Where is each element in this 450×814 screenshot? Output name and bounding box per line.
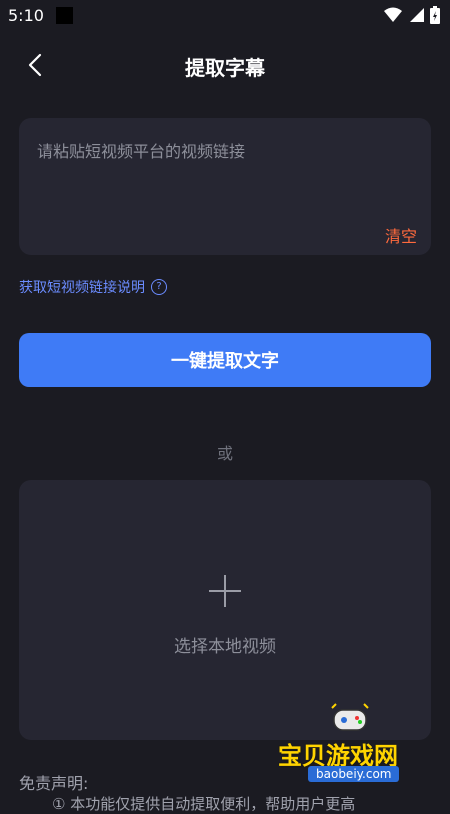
help-link-label: 获取短视频链接说明 [19,280,145,296]
link-input-card: 清空 [19,118,431,255]
disclaimer-title: 免责声明: [19,774,89,793]
extract-text-button[interactable]: 一键提取文字 [19,333,431,387]
disclaimer-text: ① 本功能仅提供自动提取便利，帮助用户更高 [52,795,356,813]
navigation-bar: 提取字幕 [0,40,450,90]
plus-icon [209,575,241,607]
signal-icon [410,8,424,22]
video-link-input[interactable] [35,136,399,200]
watermark-logo: 宝贝游戏网 baobeiy.com [270,700,440,790]
mascot-icon [331,703,369,731]
clear-button[interactable]: 清空 [385,223,417,247]
notification-icon [56,7,73,24]
page-title: 提取字幕 [185,56,265,80]
watermark-domain: baobeiy.com [308,766,400,782]
or-separator: 或 [216,444,233,463]
select-local-video-label: 选择本地视频 [174,637,276,657]
status-bar: 5:10 [0,0,450,32]
wifi-icon [384,7,402,22]
battery-icon [430,6,440,24]
status-icons [384,6,440,24]
question-circle-icon: ? [151,279,167,295]
status-time: 5:10 [8,6,44,25]
link-help-link[interactable]: 获取短视频链接说明 ? [19,277,167,297]
